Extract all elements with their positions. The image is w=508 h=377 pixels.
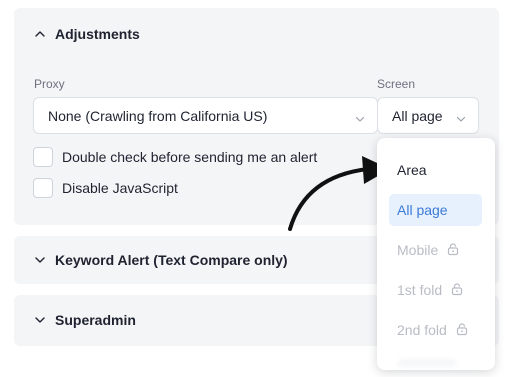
screen-option-2nd-fold[interactable]: 2nd fold bbox=[389, 314, 482, 346]
disable-javascript-row[interactable]: Disable JavaScript bbox=[33, 178, 178, 198]
screen-option-label: 2nd fold bbox=[397, 322, 447, 338]
chevron-down-icon bbox=[355, 111, 365, 122]
superadmin-title: Superadmin bbox=[55, 312, 136, 328]
screen-select[interactable]: All page bbox=[377, 97, 479, 134]
proxy-select[interactable]: None (Crawling from California US) bbox=[33, 97, 378, 134]
screen-option-area[interactable]: Area bbox=[389, 154, 482, 186]
proxy-select-value: None (Crawling from California US) bbox=[48, 107, 268, 124]
screen-select-value: All page bbox=[392, 107, 443, 124]
chevron-down-icon bbox=[34, 254, 46, 266]
keyword-alert-header[interactable]: Keyword Alert (Text Compare only) bbox=[34, 252, 288, 268]
adjustments-header[interactable]: Adjustments bbox=[34, 26, 140, 42]
screen-label: Screen bbox=[377, 77, 416, 91]
adjustments-title: Adjustments bbox=[55, 26, 140, 42]
keyword-alert-title: Keyword Alert (Text Compare only) bbox=[55, 252, 288, 268]
lock-icon bbox=[455, 322, 469, 339]
lock-icon bbox=[446, 242, 460, 259]
screen-option-label: Mobile bbox=[397, 242, 439, 258]
screen-dropdown-menu: Area All page Mobile 1st fold 2nd fold bbox=[377, 138, 495, 370]
screen-option-1st-fold[interactable]: 1st fold bbox=[389, 274, 482, 306]
superadmin-header[interactable]: Superadmin bbox=[34, 312, 136, 328]
double-check-row[interactable]: Double check before sending me an alert bbox=[33, 147, 317, 167]
chevron-up-icon bbox=[34, 28, 46, 40]
chevron-down-icon bbox=[34, 314, 46, 326]
screen-option-all-page[interactable]: All page bbox=[389, 194, 482, 226]
lock-icon bbox=[450, 282, 464, 299]
double-check-checkbox[interactable] bbox=[33, 147, 53, 167]
screen-option-mobile[interactable]: Mobile bbox=[389, 234, 482, 266]
disable-javascript-checkbox[interactable] bbox=[33, 178, 53, 198]
proxy-label: Proxy bbox=[34, 77, 65, 91]
disable-javascript-label: Disable JavaScript bbox=[62, 180, 178, 196]
screen-option-label: 1st fold bbox=[397, 282, 443, 298]
dropdown-scroll-fade bbox=[377, 352, 495, 370]
chevron-down-icon bbox=[456, 111, 466, 122]
screen-option-label: All page bbox=[397, 202, 448, 218]
screen-option-label: Area bbox=[397, 162, 427, 178]
double-check-label: Double check before sending me an alert bbox=[62, 149, 318, 165]
